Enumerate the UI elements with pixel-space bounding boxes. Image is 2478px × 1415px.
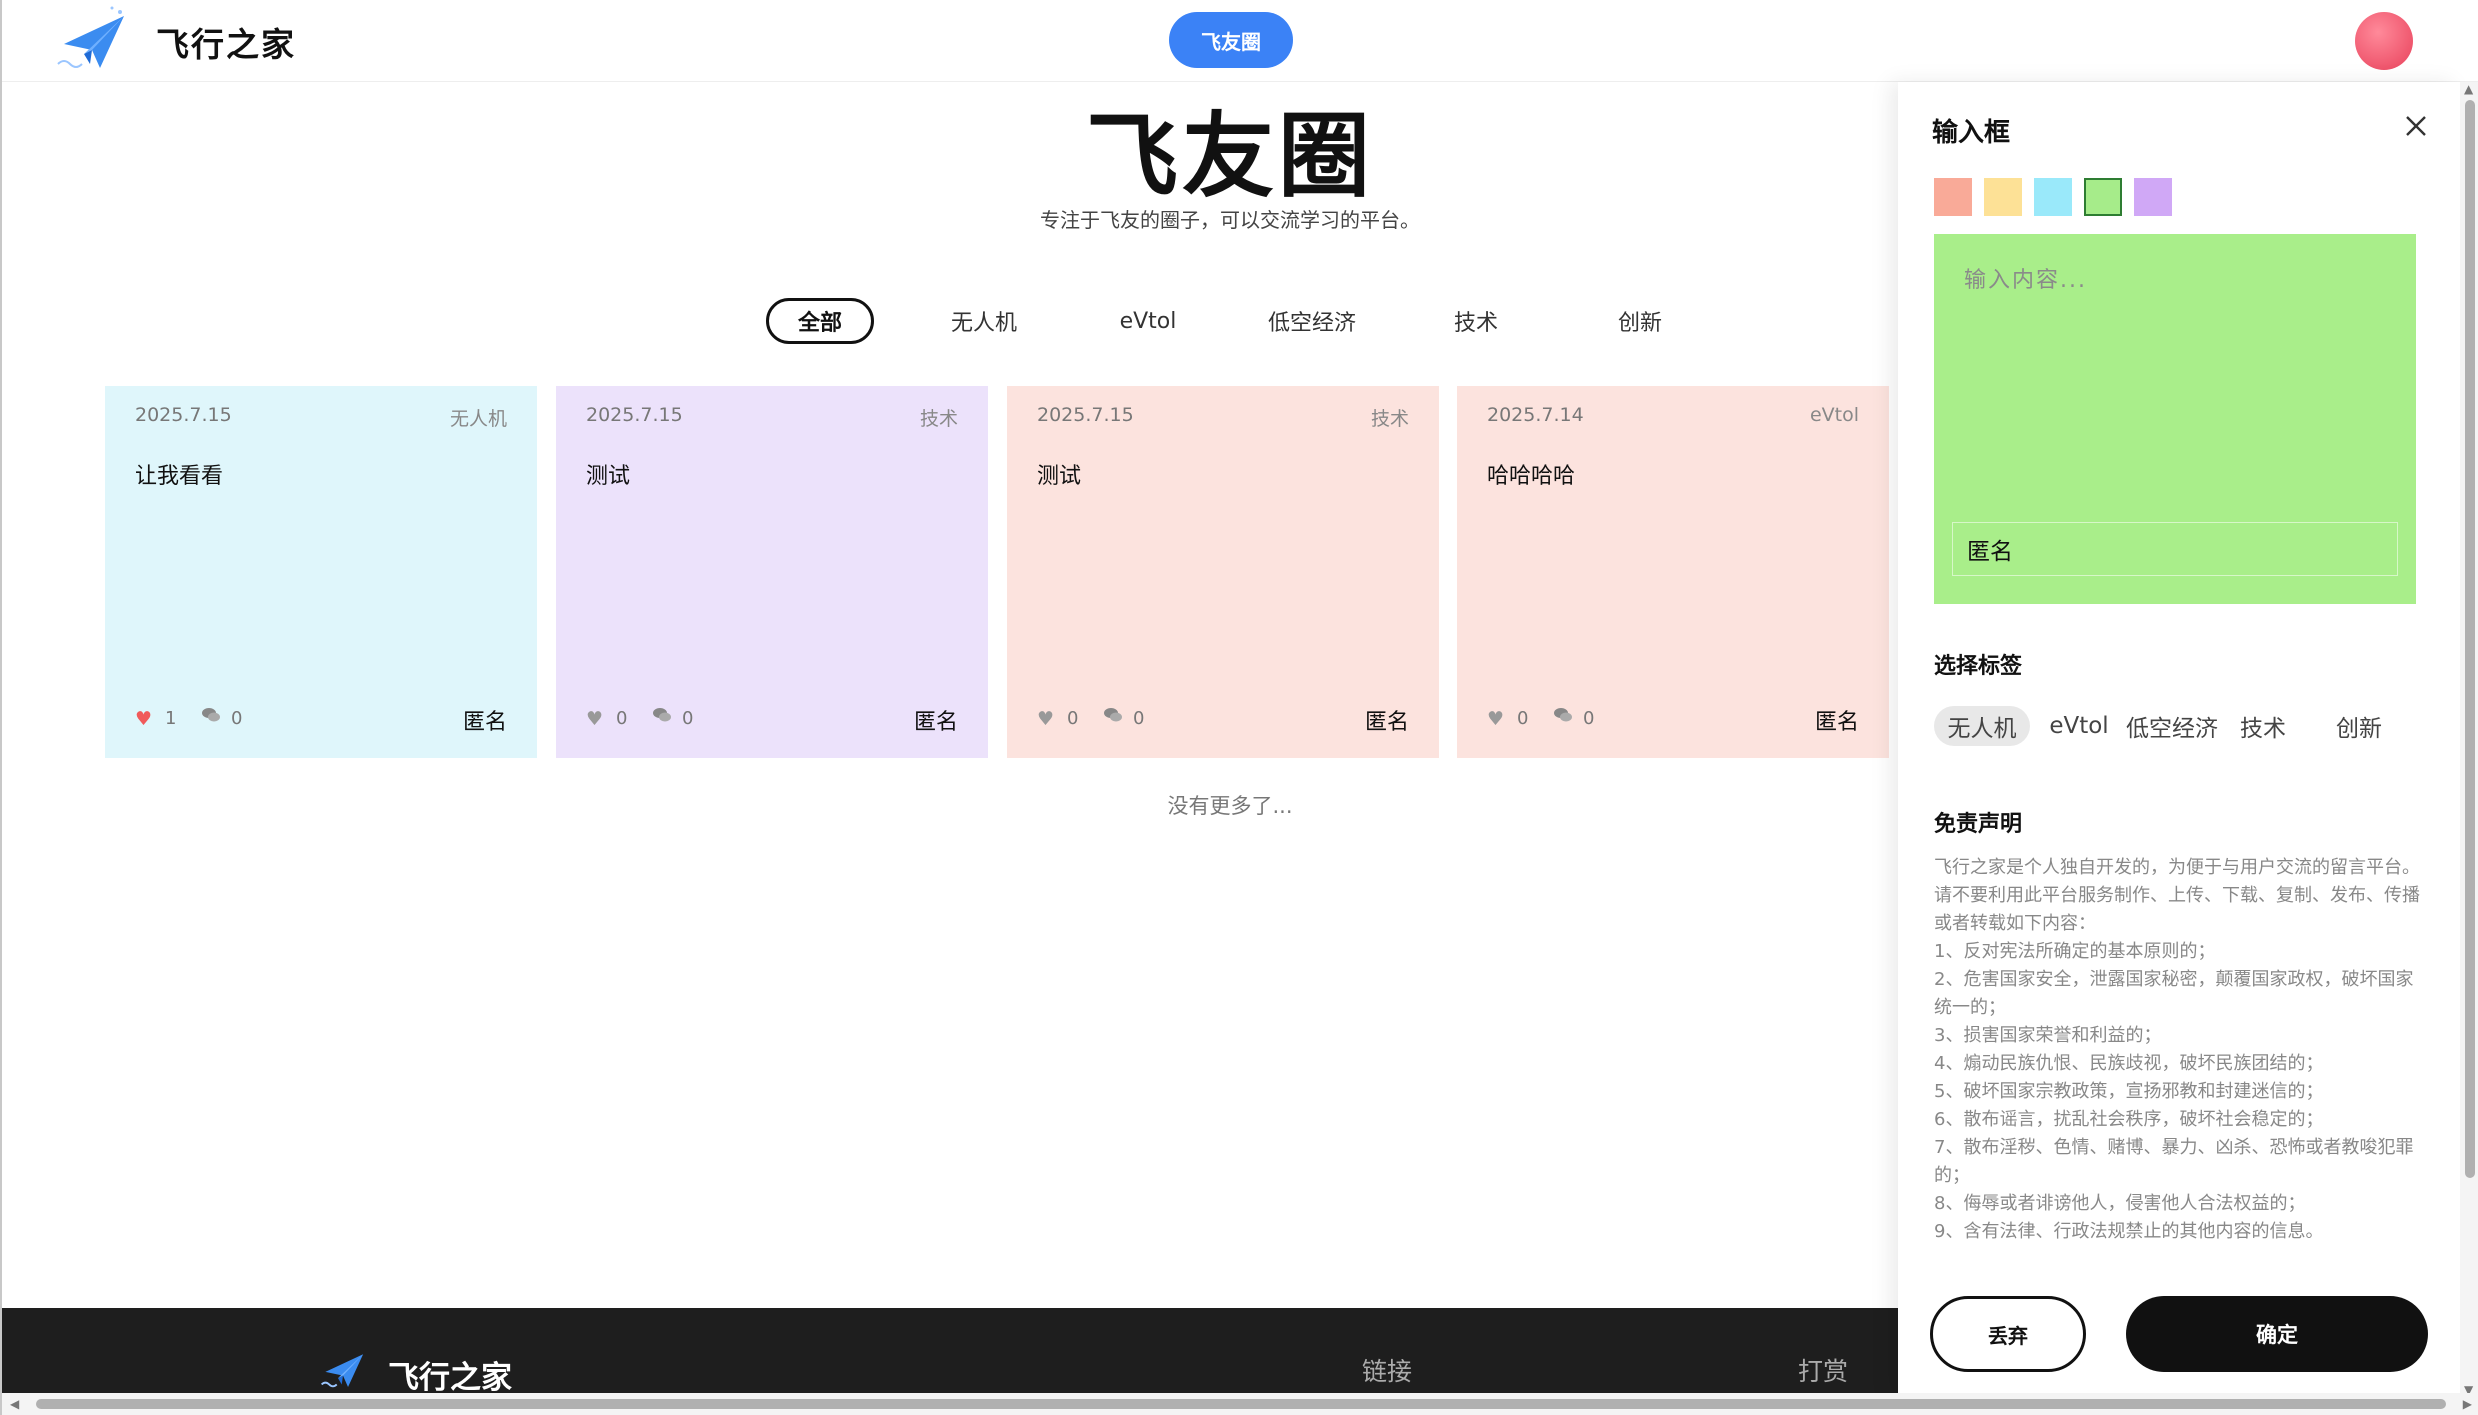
- heart-icon[interactable]: ♥: [135, 708, 152, 730]
- heart-icon[interactable]: ♥: [586, 708, 603, 730]
- post-footer: ♥ 0 0 匿名: [1487, 704, 1859, 735]
- filter-low-altitude-economy[interactable]: 低空经济: [1258, 298, 1366, 344]
- footer-links-heading[interactable]: 链接: [1362, 1352, 1412, 1388]
- disclaimer-line: 5、破坏国家宗教政策，宣扬邪教和封建迷信的；: [1934, 1081, 2324, 1102]
- post-date: 2025.7.15: [586, 404, 683, 426]
- post-author: 匿名: [913, 710, 958, 735]
- paper-plane-logo-icon: [318, 1348, 368, 1392]
- footer-reward-heading[interactable]: 打赏: [1798, 1352, 1848, 1388]
- post-card[interactable]: 2025.7.15 技术 测试 ♥ 0 0 匿名: [556, 386, 988, 758]
- drawer-title: 输入框: [1932, 118, 2011, 148]
- post-content: 测试: [586, 464, 631, 489]
- feiyouquan-nav-button[interactable]: 飞友圈: [1169, 12, 1293, 68]
- compose-drawer: 输入框 输入内容... 匿名 选择标签 无人机 eVtol 低空经济 技术 创新…: [1898, 82, 2460, 1397]
- vertical-scroll-thumb[interactable]: [2465, 100, 2475, 1178]
- tag-option-low-altitude-economy[interactable]: 低空经济: [2124, 706, 2220, 746]
- post-content: 哈哈哈哈: [1487, 464, 1576, 489]
- like-count: 0: [616, 708, 628, 729]
- post-tag: 无人机: [449, 408, 507, 430]
- scroll-up-arrow-icon[interactable]: ▲: [2464, 82, 2473, 96]
- post-tag: 技术: [919, 408, 958, 430]
- heart-icon[interactable]: ♥: [1037, 708, 1054, 730]
- close-icon[interactable]: [2400, 110, 2432, 142]
- color-swatch-green[interactable]: [2084, 178, 2122, 216]
- tag-option-drone[interactable]: 无人机: [1934, 706, 2030, 746]
- disclaimer-line: 6、散布谣言，扰乱社会秩序，破坏社会稳定的；: [1934, 1109, 2324, 1130]
- post-content: 让我看看: [135, 464, 224, 489]
- confirm-button[interactable]: 确定: [2126, 1296, 2428, 1372]
- note-preview-box: 输入内容... 匿名: [1934, 234, 2416, 604]
- heart-icon[interactable]: ♥: [1487, 708, 1504, 730]
- disclaimer-line: 3、损害国家荣誉和利益的；: [1934, 1025, 2162, 1046]
- post-card[interactable]: 2025.7.15 无人机 让我看看 ♥ 1 0 匿名: [105, 386, 537, 758]
- post-content: 测试: [1037, 464, 1082, 489]
- horizontal-scrollbar[interactable]: ◀ ▶: [2, 1393, 2478, 1415]
- color-swatch-yellow[interactable]: [1984, 178, 2022, 216]
- tags-section-title: 选择标签: [1934, 654, 2023, 679]
- disclaimer-line: 4、煽动民族仇恨、民族歧视，破坏民族团结的；: [1934, 1053, 2324, 1074]
- discard-button[interactable]: 丢弃: [1930, 1296, 2086, 1372]
- footer-brand: 飞行之家: [388, 1360, 512, 1396]
- tag-option-technology[interactable]: 技术: [2230, 706, 2296, 746]
- filter-drone[interactable]: 无人机: [932, 298, 1036, 344]
- disclaimer-line: 8、侮辱或者诽谤他人，侵害他人合法权益的；: [1934, 1193, 2306, 1214]
- filter-evtol[interactable]: eVtol: [1096, 298, 1200, 344]
- user-avatar[interactable]: [2355, 12, 2413, 70]
- post-card[interactable]: 2025.7.15 技术 测试 ♥ 0 0 匿名: [1007, 386, 1439, 758]
- horizontal-scroll-thumb[interactable]: [36, 1399, 2446, 1409]
- filter-all[interactable]: 全部: [766, 298, 874, 344]
- post-card[interactable]: 2025.7.14 eVtol 哈哈哈哈 ♥ 0 0 匿名: [1457, 386, 1889, 758]
- content-textarea[interactable]: 输入内容...: [1964, 262, 2087, 294]
- comment-count: 0: [231, 708, 243, 729]
- filter-innovation[interactable]: 创新: [1588, 298, 1692, 344]
- tag-option-innovation[interactable]: 创新: [2326, 706, 2392, 746]
- like-count: 1: [165, 708, 177, 729]
- post-footer: ♥ 0 0 匿名: [1037, 704, 1409, 735]
- disclaimer-line: 2、危害国家安全，泄露国家秘密，颠覆国家政权，破坏国家 统一的；: [1934, 969, 2414, 1018]
- disclaimer-line: 9、含有法律、行政法规禁止的其他内容的信息。: [1934, 1221, 2324, 1242]
- comment-count: 0: [1583, 708, 1595, 729]
- paper-plane-logo-icon[interactable]: [54, 6, 130, 76]
- comment-icon[interactable]: [1553, 706, 1573, 729]
- scroll-left-arrow-icon[interactable]: ◀: [10, 1397, 19, 1411]
- color-swatch-purple[interactable]: [2134, 178, 2172, 216]
- top-header: 飞行之家 飞友圈: [2, 0, 2478, 82]
- filter-technology[interactable]: 技术: [1424, 298, 1528, 344]
- scroll-right-arrow-icon[interactable]: ▶: [2463, 1397, 2472, 1411]
- disclaimer-title: 免责声明: [1934, 812, 2023, 837]
- disclaimer-line: 7、散布淫秽、色情、赌博、暴力、凶杀、恐怖或者教唆犯罪的；: [1934, 1137, 2414, 1186]
- post-author: 匿名: [1814, 710, 1859, 735]
- post-tag: eVtol: [1809, 404, 1859, 426]
- brand-name[interactable]: 飞行之家: [156, 18, 296, 66]
- post-author: 匿名: [1364, 710, 1409, 735]
- color-swatch-salmon[interactable]: [1934, 178, 1972, 216]
- comment-icon[interactable]: [652, 706, 672, 729]
- post-footer: ♥ 0 0 匿名: [586, 704, 958, 735]
- like-count: 0: [1067, 708, 1079, 729]
- post-date: 2025.7.15: [135, 404, 232, 426]
- tag-option-evtol[interactable]: eVtol: [2044, 706, 2114, 746]
- color-swatch-cyan[interactable]: [2034, 178, 2072, 216]
- post-footer: ♥ 1 0 匿名: [135, 704, 507, 735]
- like-count: 0: [1517, 708, 1529, 729]
- comment-icon[interactable]: [1103, 706, 1123, 729]
- comment-count: 0: [682, 708, 694, 729]
- disclaimer-line: 1、反对宪法所确定的基本原则的；: [1934, 941, 2216, 962]
- name-input[interactable]: 匿名: [1952, 522, 2398, 576]
- vertical-scrollbar[interactable]: ▲ ▼: [2460, 82, 2478, 1397]
- comment-icon[interactable]: [201, 706, 221, 729]
- post-author: 匿名: [462, 710, 507, 735]
- disclaimer-text: 飞行之家是个人独自开发的，为便于与用户交流的留言平台。请不要利用此平台服务制作、…: [1934, 854, 2424, 1246]
- disclaimer-line: 飞行之家是个人独自开发的，为便于与用户交流的留言平台。请不要利用此平台服务制作、…: [1934, 857, 2420, 934]
- post-tag: 技术: [1370, 408, 1409, 430]
- page: 飞行之家 飞友圈 飞友圈 专注于飞友的圈子，可以交流学习的平台。 全部 无人机 …: [0, 0, 2478, 1415]
- comment-count: 0: [1133, 708, 1145, 729]
- post-date: 2025.7.14: [1487, 404, 1584, 426]
- post-date: 2025.7.15: [1037, 404, 1134, 426]
